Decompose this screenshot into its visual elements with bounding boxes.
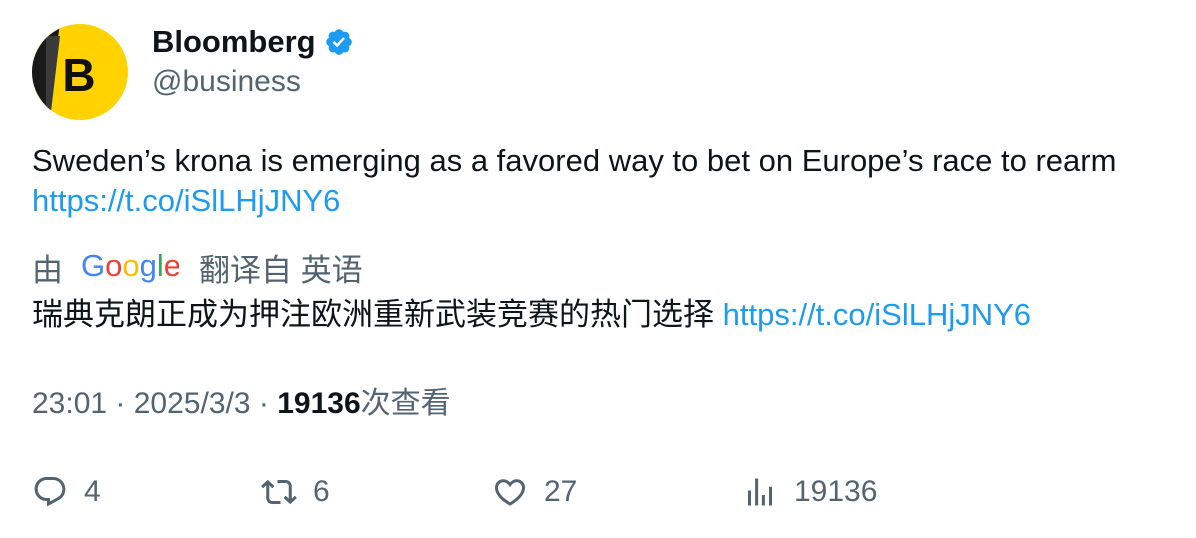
- verified-badge-icon: [324, 27, 354, 57]
- avatar[interactable]: B: [32, 24, 128, 120]
- retweet-count: 6: [313, 475, 330, 508]
- reply-icon: [32, 474, 68, 510]
- tweet-meta: 23:01 · 2025/3/3 · 19136次查看: [32, 384, 451, 424]
- retweet-button[interactable]: 6: [261, 470, 330, 514]
- tweet-body: Sweden’s krona is emerging as a favored …: [32, 143, 1117, 178]
- like-count: 27: [544, 475, 578, 508]
- author-block: Bloomberg @business: [152, 22, 354, 102]
- views-action-count: 19136: [794, 475, 878, 508]
- bloomberg-logo-icon: B: [32, 24, 128, 120]
- tweet-date[interactable]: 2025/3/3: [134, 387, 251, 420]
- translation-body: 瑞典克朗正成为押注欧洲重新武装竞赛的热门选择: [32, 297, 714, 332]
- translation-link[interactable]: https://t.co/iSlLHjJNY6: [723, 297, 1031, 332]
- views-suffix: 次查看: [360, 387, 451, 420]
- views-button[interactable]: 19136: [742, 470, 877, 514]
- like-icon: [492, 474, 528, 510]
- svg-text:Google: Google: [81, 249, 179, 283]
- meta-separator: ·: [107, 387, 134, 420]
- translated-by-label: 由: [32, 252, 63, 288]
- translation-text: 瑞典克朗正成为押注欧洲重新武装竞赛的热门选择 https://t.co/iSlL…: [32, 295, 1031, 335]
- translated-by: 由 Google 翻译自 英语: [32, 246, 363, 288]
- avatar-letter: B: [62, 49, 95, 101]
- author-handle[interactable]: @business: [152, 62, 354, 102]
- views-icon: [742, 474, 778, 510]
- reply-button[interactable]: 4: [32, 470, 101, 514]
- reply-count: 4: [84, 475, 101, 508]
- views-count: 19136: [277, 387, 361, 420]
- google-logo: Google: [81, 249, 179, 285]
- action-bar: 4 6 27 19136: [32, 470, 1172, 514]
- author-name[interactable]: Bloomberg: [152, 22, 316, 62]
- retweet-icon: [261, 474, 297, 510]
- meta-separator: ·: [250, 387, 278, 420]
- tweet-time[interactable]: 23:01: [32, 387, 107, 420]
- tweet-text: Sweden’s krona is emerging as a favored …: [32, 141, 1116, 221]
- translated-from-label: 翻译自 英语: [199, 252, 363, 288]
- tweet-link[interactable]: https://t.co/iSlLHjJNY6: [32, 183, 340, 218]
- like-button[interactable]: 27: [492, 470, 577, 514]
